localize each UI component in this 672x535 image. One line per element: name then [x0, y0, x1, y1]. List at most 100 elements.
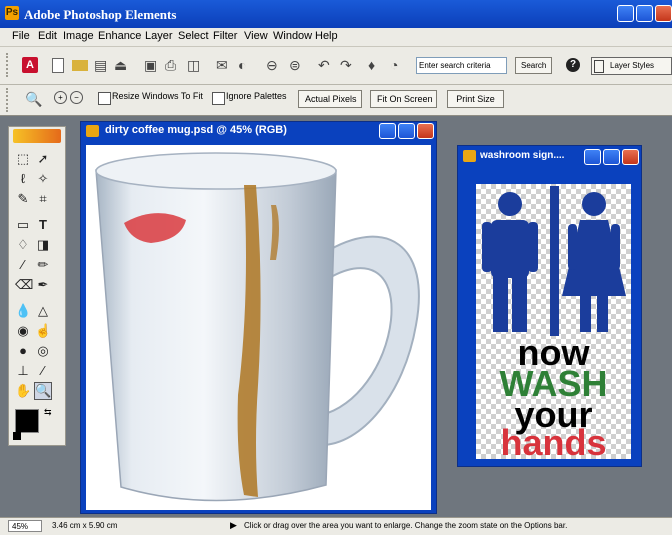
menu-filter[interactable]: Filter — [213, 30, 237, 42]
maximize-button[interactable] — [636, 5, 653, 22]
close-button[interactable] — [655, 5, 672, 22]
toolbox-header-icon — [13, 129, 61, 143]
restroom-figures-icon — [482, 186, 626, 336]
browse-icon[interactable]: ▤ — [94, 57, 110, 73]
menu-image[interactable]: Image — [63, 30, 94, 42]
minimize-button[interactable] — [617, 5, 634, 22]
type-tool-icon[interactable]: T — [35, 217, 51, 233]
crop-tool-icon[interactable]: ⌗ — [35, 191, 51, 207]
shortcuts-bar: A ▤ ⏏ ▣ ⎙ ◫ ✉ ◐ ⊖ ⊜ ↶ ↷ ♦ ◔ Search ? Lay… — [0, 47, 672, 85]
red-eye-tool-icon[interactable]: ◎ — [35, 343, 51, 359]
mug-close-button[interactable] — [417, 123, 434, 139]
clone-stamp-tool-icon[interactable]: ⊥ — [15, 363, 31, 379]
sign-line-hands: hands — [500, 422, 607, 463]
mug-document-title: dirty coffee mug.psd @ 45% (RGB) — [105, 124, 287, 136]
brush-tool-icon[interactable]: ⁄ — [15, 257, 31, 273]
paint-bucket-tool-icon[interactable]: ♢ — [15, 237, 31, 253]
email-icon[interactable]: ✉ — [216, 57, 232, 73]
step-backward-icon[interactable]: ♦ — [368, 57, 384, 73]
blur-tool-icon[interactable]: 💧 — [15, 303, 31, 319]
mug-image — [95, 152, 420, 502]
dodge-tool-icon[interactable]: ● — [15, 343, 31, 359]
eraser-tool-icon[interactable]: ⌫ — [15, 277, 33, 293]
title-bar: Ps Adobe Photoshop Elements — [0, 0, 672, 28]
search-button[interactable]: Search — [515, 57, 553, 74]
status-bar: 45% 3.46 cm x 5.90 cm ▶ Click or drag ov… — [0, 517, 672, 535]
menu-window[interactable]: Window — [273, 30, 312, 42]
palette-well-icon — [594, 60, 604, 73]
menu-help[interactable]: Help — [315, 30, 338, 42]
zoom-tool-selected-icon[interactable]: 🔍 — [34, 382, 52, 400]
selection-brush-tool-icon[interactable]: ✎ — [15, 191, 31, 207]
new-file-icon[interactable] — [52, 58, 64, 73]
document-icon — [86, 125, 99, 137]
resize-windows-checkbox[interactable] — [98, 92, 111, 105]
gradient-tool-icon[interactable]: ◨ — [35, 237, 51, 253]
options-bar: 🔍 + − Resize Windows To Fit Ignore Palet… — [0, 85, 672, 116]
marquee-tool-icon[interactable]: ⬚ — [15, 151, 31, 167]
ignore-palettes-checkbox[interactable] — [212, 92, 225, 105]
menu-edit[interactable]: Edit — [38, 30, 57, 42]
toolbar-grip[interactable] — [6, 53, 11, 77]
fit-on-screen-button[interactable]: Fit On Screen — [370, 90, 437, 108]
shape-tool-icon[interactable]: ▭ — [15, 217, 31, 233]
actual-pixels-button[interactable]: Actual Pixels — [298, 90, 362, 108]
toolbox: ⬚ ➚ ℓ ✧ ✎ ⌗ ▭ T ♢ ◨ ⁄ ✏ ⌫ ✒ 💧 △ ◉ ☝ ● ◎ … — [8, 126, 66, 446]
sign-canvas[interactable]: now WASH your hands — [476, 184, 631, 463]
status-arrow-icon[interactable]: ▶ — [230, 520, 237, 531]
resize-windows-label: Resize Windows To Fit — [112, 91, 203, 101]
move-tool-icon[interactable]: ➚ — [35, 151, 51, 167]
photoshop-app-icon: Ps — [5, 6, 19, 20]
undo-icon[interactable]: ↶ — [318, 57, 334, 73]
save-icon[interactable]: ▣ — [144, 57, 160, 73]
ignore-palettes-label: Ignore Palettes — [226, 91, 287, 101]
sign-maximize-button[interactable] — [603, 149, 620, 165]
search-input[interactable] — [416, 57, 507, 74]
print-size-button[interactable]: Print Size — [447, 90, 504, 108]
document-size-label: 3.46 cm x 5.90 cm — [52, 521, 118, 530]
sharpen-tool-icon[interactable]: △ — [35, 303, 51, 319]
import-icon[interactable]: ⏏ — [114, 57, 130, 73]
layer-styles-label: Layer Styles — [610, 61, 655, 70]
mug-document-window: dirty coffee mug.psd @ 45% (RGB) — [80, 121, 437, 514]
foreground-color-swatch[interactable] — [15, 409, 39, 433]
help-icon[interactable]: ? — [566, 58, 580, 72]
zoom-in-icon[interactable]: + — [54, 91, 67, 104]
hand-tool-icon[interactable]: ✋ — [15, 383, 31, 399]
menu-layer[interactable]: Layer — [145, 30, 173, 42]
options-grip[interactable] — [6, 88, 11, 112]
impressionist-brush-tool-icon[interactable]: ✒ — [35, 277, 51, 293]
swap-colors-icon[interactable]: ⇆ — [44, 407, 52, 418]
eyedropper-tool-icon[interactable]: ⁄ — [35, 363, 51, 379]
document-icon — [463, 150, 476, 162]
sponge-tool-icon[interactable]: ◉ — [15, 323, 31, 339]
zoom-level-field[interactable]: 45% — [8, 520, 42, 532]
menu-file[interactable]: File — [12, 30, 30, 42]
redo-icon[interactable]: ↷ — [340, 57, 356, 73]
online-services-icon[interactable]: ⊖ — [266, 57, 282, 73]
zoom-out-icon[interactable]: − — [70, 91, 83, 104]
web-icon[interactable]: ◫ — [187, 57, 203, 73]
lasso-tool-icon[interactable]: ℓ — [15, 171, 31, 187]
menu-bar: File Edit Image Enhance Layer Select Fil… — [0, 28, 672, 47]
mug-maximize-button[interactable] — [398, 123, 415, 139]
zoom-tool-icon[interactable]: 🔍 — [25, 91, 42, 108]
default-colors-icon[interactable] — [13, 432, 21, 440]
menu-select[interactable]: Select — [178, 30, 209, 42]
menu-enhance[interactable]: Enhance — [98, 30, 141, 42]
share-icon[interactable]: ⊜ — [289, 57, 305, 73]
mug-canvas[interactable] — [86, 145, 431, 510]
open-folder-icon[interactable] — [72, 60, 88, 71]
smudge-tool-icon[interactable]: ☝ — [35, 323, 51, 339]
magic-wand-tool-icon[interactable]: ✧ — [35, 171, 51, 187]
adobe-logo-icon: A — [22, 57, 38, 73]
pencil-tool-icon[interactable]: ✏ — [35, 257, 51, 273]
sign-minimize-button[interactable] — [584, 149, 601, 165]
print-icon[interactable]: ⎙ — [165, 57, 181, 73]
layer-styles-tab[interactable]: Layer Styles — [591, 57, 672, 75]
file-browser-icon[interactable]: ◔ — [390, 57, 406, 73]
mug-minimize-button[interactable] — [379, 123, 396, 139]
sign-close-button[interactable] — [622, 149, 639, 165]
menu-view[interactable]: View — [244, 30, 268, 42]
quick-fix-icon[interactable]: ◐ — [238, 57, 254, 73]
